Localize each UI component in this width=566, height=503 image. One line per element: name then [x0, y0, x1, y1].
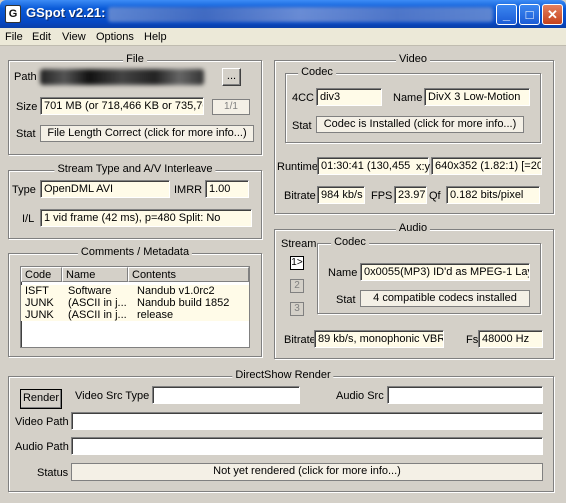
directshow-title: DirectShow Render [232, 369, 334, 381]
cell-contents: release [137, 309, 174, 321]
interleave-field: 1 vid frame (42 ms), p=480 Split: No [40, 209, 252, 227]
menu-options[interactable]: Options [96, 31, 134, 43]
audio-stream-2-button[interactable]: 2 [290, 279, 304, 293]
audio-bitrate-label: Bitrate [284, 334, 316, 346]
fourcc-field: div3 [316, 88, 382, 106]
window-title-filename-redacted [108, 7, 493, 22]
interleave-label: I/L [22, 213, 35, 225]
audio-path-field [71, 437, 543, 455]
path-label: Path [14, 71, 37, 83]
audio-stat-label: Stat [336, 294, 356, 306]
video-path-label: Video Path [15, 416, 69, 428]
column-header-code[interactable]: Code [21, 267, 62, 282]
comments-title: Comments / Metadata [77, 246, 193, 258]
cell-name: (ASCII in j... [68, 309, 127, 321]
audio-src-field [387, 386, 543, 404]
cell-contents: Nandub v1.0rc2 [137, 285, 215, 297]
window-title: GSpot v2.21: [26, 5, 106, 20]
file-group-title: File [123, 53, 147, 65]
render-status-button[interactable]: Not yet rendered (click for more info...… [71, 463, 543, 481]
audio-group-title: Audio [395, 222, 431, 234]
fourcc-label: 4CC [292, 92, 315, 104]
menu-file[interactable]: File [5, 31, 23, 43]
audio-codec-title: Codec [331, 236, 369, 248]
audio-name-field: 0x0055(MP3) ID'd as MPEG-1 Lay [360, 263, 530, 281]
xy-field: 640x352 (1.82:1) [=20 [431, 157, 542, 175]
video-group-title: Video [396, 53, 430, 65]
fs-field: 48000 Hz [478, 330, 543, 348]
stream-label: Stream [281, 238, 317, 250]
fps-field: 23.97 [394, 186, 427, 204]
column-header-name[interactable]: Name [62, 267, 128, 282]
cell-code: JUNK [25, 297, 54, 309]
render-button[interactable]: Render [20, 389, 62, 409]
fps-label: FPS [371, 190, 393, 202]
video-bitrate-field: 984 kb/s [317, 186, 365, 204]
imrr-label: IMRR [174, 184, 203, 196]
video-codec-title: Codec [298, 66, 336, 78]
audio-stream-3-button[interactable]: 3 [290, 302, 304, 316]
type-field: OpenDML AVI [40, 180, 170, 198]
gspot-app-icon[interactable]: G [5, 5, 21, 23]
video-path-field [71, 412, 543, 430]
size-label: Size [16, 101, 38, 113]
file-path-redacted [40, 69, 204, 85]
audio-stream-1-button[interactable]: 1> [290, 256, 304, 270]
menu-view[interactable]: View [62, 31, 86, 43]
column-header-contents[interactable]: Contents [128, 267, 249, 282]
qf-field: 0.182 bits/pixel [446, 186, 540, 204]
menu-help[interactable]: Help [144, 31, 167, 43]
audio-bitrate-field: 89 kb/s, monophonic VBR [314, 330, 444, 348]
video-name-field: DivX 3 Low-Motion [424, 88, 530, 106]
cell-name: Software [68, 285, 112, 297]
xy-label: x:y [416, 161, 431, 173]
file-stat-button[interactable]: File Length Correct (click for more info… [40, 125, 254, 142]
part-counter[interactable]: 1/1 [212, 99, 250, 115]
audio-src-label: Audio Src [336, 390, 384, 402]
video-src-type-label: Video Src Type [75, 390, 150, 402]
cell-code: ISFT [25, 285, 49, 297]
cell-name: (ASCII in j... [68, 297, 127, 309]
close-button[interactable]: ✕ [542, 4, 563, 25]
runtime-label: Runtime [277, 161, 318, 173]
audio-codec-stat-button[interactable]: 4 compatible codecs installed [360, 290, 530, 307]
cell-code: JUNK [25, 309, 54, 321]
fs-label: Fs [466, 334, 479, 346]
minimize-button[interactable]: _ [496, 4, 517, 25]
video-stat-label: Stat [292, 120, 312, 132]
imrr-field: 1.00 [205, 180, 249, 198]
runtime-field: 01:30:41 (130,455 [317, 157, 429, 175]
qf-label: Qf [429, 190, 441, 202]
audio-path-label: Audio Path [15, 441, 69, 453]
menu-edit[interactable]: Edit [32, 31, 51, 43]
maximize-button[interactable]: □ [519, 4, 540, 25]
video-codec-stat-button[interactable]: Codec is Installed (click for more info.… [316, 116, 524, 133]
cell-contents: Nandub build 1852 [137, 297, 230, 309]
browse-button[interactable]: ... [222, 68, 241, 86]
status-label: Status [37, 467, 69, 479]
video-name-label: Name [393, 92, 423, 104]
video-src-type-field [152, 386, 300, 404]
type-label: Type [12, 184, 36, 196]
audio-name-label: Name [328, 267, 358, 279]
size-field: 701 MB (or 718,466 KB or 735,70 [40, 97, 204, 115]
stat-label: Stat [16, 128, 36, 140]
stream-type-title: Stream Type and A/V Interleave [54, 163, 216, 175]
video-bitrate-label: Bitrate [284, 190, 316, 202]
